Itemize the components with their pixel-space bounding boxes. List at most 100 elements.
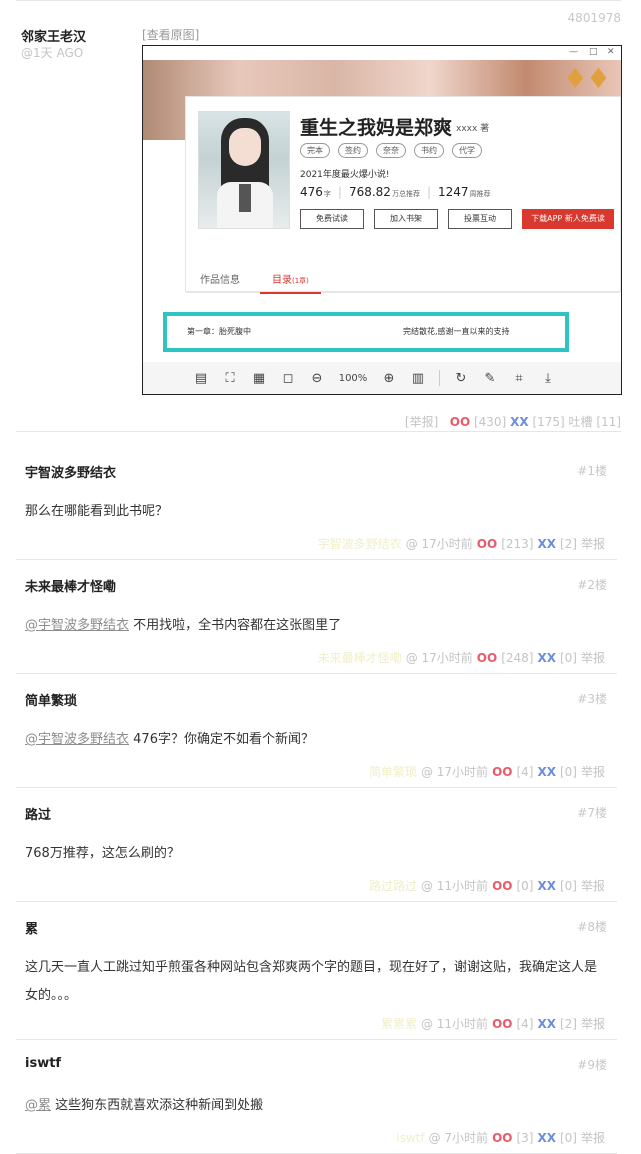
comment-floor: #1楼 [577,464,607,478]
minimize-icon: — [569,47,578,57]
comment-mention[interactable]: @宇智波多野结衣 [25,618,129,633]
book-author: xxxx 著 [456,124,490,134]
comment-author[interactable]: 累 [25,918,38,937]
book-tag: 书约 [414,143,444,158]
post-time: @1天 AGO [21,46,84,60]
book-tag: 签约 [338,143,368,158]
oo-count: [0] [516,879,534,893]
add-shelf-button: 加入书架 [374,209,438,229]
book-card: 重生之我妈是郑爽 xxxx 著 完本 签约 奈奈 书约 代学 2021年度最火爆… [185,96,621,294]
xx-button[interactable]: XX [537,651,556,665]
divider [439,370,440,386]
comment-floor: #9楼 [577,1058,607,1072]
oo-button[interactable]: OO [492,1017,512,1031]
image-viewer-toolbar: ▤ ⛶ ▦ ◻ ⊖ 100% ⊕ ▥ ↻ ✎ ⌗ ⤓ [143,362,621,394]
weekly-recommend: 1247 [438,185,469,199]
book-stats: 476 字 | 768.82 万总推荐 | 1247 周推荐 [300,185,491,199]
comment: iswtf #9楼 @累 这些狗东西就喜欢添这种新闻到处搬 iswtf @ 7小… [16,1040,617,1154]
oo-button[interactable]: OO [477,537,497,551]
comment-mention[interactable]: @宇智波多野结衣 [25,732,129,747]
post-id: 4801978 [567,11,621,25]
view-original-link[interactable]: [查看原图] [142,26,199,43]
xx-button[interactable]: XX [537,1017,556,1031]
oo-count: [430] [473,415,507,429]
oo-button[interactable]: OO [477,651,497,665]
window-titlebar: — □ ✕ [143,46,621,60]
report-link[interactable]: [举报] [405,415,438,429]
blurred-author: 宇智波多野结衣 [317,537,402,551]
comment-author[interactable]: 简单繁琐 [25,690,77,709]
tucao-link[interactable]: 吐槽 [11] [569,415,621,429]
comment-floor: #8楼 [577,920,607,934]
post-author[interactable]: 邻家王老汉 [21,26,86,45]
download-icon: ⤓ [545,370,551,386]
xx-count: [2] [559,537,577,551]
banner-decoration: ♦♦ [562,62,611,95]
comment-time: @ 11小时前 [420,879,489,893]
oo-count: [4] [516,1017,534,1031]
comment-footer: 累累累 @ 11小时前 OO [4] XX [2] 举报 [381,1015,605,1032]
zoom-out-icon: ⊖ [311,370,323,386]
book-tag: 代学 [452,143,482,158]
xx-button[interactable]: XX [537,879,556,893]
blurred-author: iswtf [396,1131,425,1145]
report-link[interactable]: 举报 [581,877,605,894]
oo-button[interactable]: OO [450,415,470,429]
report-link[interactable]: 举报 [581,1015,605,1032]
comment-text: @宇智波多野结衣 不用找啦，全书内容都在这张图里了 [25,618,342,633]
xx-button[interactable]: XX [537,1131,556,1145]
comment-footer: 未来最棒才怪嘞 @ 17小时前 OO [248] XX [0] 举报 [318,649,605,666]
book-tags: 完本 签约 奈奈 书约 代学 [300,143,482,158]
report-link[interactable]: 举报 [581,763,605,780]
fit-icon: ⛶ [225,370,235,386]
comment-time: @ 17小时前 [405,537,473,551]
download-app-button: 下载APP 新人免费读 [522,209,614,229]
tab-info: 作品信息 [200,275,240,286]
book-title: 重生之我妈是郑爽 [300,117,453,139]
xx-count: [0] [559,1131,577,1145]
comment-author[interactable]: 路过 [25,804,51,823]
oo-button[interactable]: OO [492,879,512,893]
oo-button[interactable]: OO [492,765,512,779]
comment-text: @宇智波多野结衣 476字？你确定不如看个新闻？ [25,732,314,747]
comment-footer: 宇智波多野结衣 @ 17小时前 OO [213] XX [2] 举报 [318,535,605,552]
comment-footer: 路过路过 @ 11小时前 OO [0] XX [0] 举报 [369,877,605,894]
comment: 累 #8楼 这几天一直人工跳过知乎煎蛋各种网站包含郑爽两个字的题目，现在好了，谢… [16,902,617,1040]
oo-count: [213] [501,537,534,551]
blurred-author: 累累累 [380,1017,417,1031]
comment-text: 768万推荐，这怎么刷的？ [25,846,180,861]
oo-button[interactable]: OO [492,1131,512,1145]
comment-time: @ 17小时前 [405,651,473,665]
xx-button[interactable]: XX [510,415,529,429]
book-intro: 2021年度最火爆小说! [300,170,390,180]
report-link[interactable]: 举报 [581,649,605,666]
total-recommend: 768.82 [348,185,391,199]
xx-count: [0] [559,879,577,893]
report-link[interactable]: 举报 [581,1129,605,1146]
comment-time: @ 11小时前 [420,1017,489,1031]
comment-author[interactable]: 宇智波多野结衣 [25,462,116,481]
edit-icon: ✎ [484,370,496,386]
comment-mention[interactable]: @累 [25,1098,51,1113]
zoom-level: 100% [338,372,368,384]
comment-text: @累 这些狗东西就喜欢添这种新闻到处搬 [25,1098,264,1113]
post-image[interactable]: — □ ✕ ♦♦ 重生之我妈是郑爽 xxxx 著 完本 签约 奈奈 书约 代学 … [142,45,622,395]
post-card: 4801978 邻家王老汉 @1天 AGO [查看原图] — □ ✕ ♦♦ 重生… [16,0,622,432]
oo-count: [3] [516,1131,534,1145]
rotate-icon: ↻ [455,370,467,386]
comment-text: 这几天一直人工跳过知乎煎蛋各种网站包含郑爽两个字的题目，现在好了，谢谢这贴，我确… [25,960,598,1003]
comment: 未来最棒才怪嘞 #2楼 @宇智波多野结衣 不用找啦，全书内容都在这张图里了 未来… [16,560,617,674]
comment-author[interactable]: 未来最棒才怪嘞 [25,576,116,595]
chapter-title: 第一章：胎死腹中 [187,327,251,336]
book-tag: 完本 [300,143,330,158]
comment-floor: #7楼 [577,806,607,820]
blurred-author: 简单繁琐 [368,765,417,779]
xx-count: [2] [559,1017,577,1031]
comment: 简单繁琐 #3楼 @宇智波多野结衣 476字？你确定不如看个新闻？ 简单繁琐 @… [16,674,617,788]
report-link[interactable]: 举报 [581,535,605,552]
comment-footer: 简单繁琐 @ 17小时前 OO [4] XX [0] 举报 [369,763,605,780]
xx-button[interactable]: XX [537,537,556,551]
comment-author[interactable]: iswtf [25,1056,61,1071]
book-tag: 奈奈 [376,143,406,158]
xx-button[interactable]: XX [537,765,556,779]
